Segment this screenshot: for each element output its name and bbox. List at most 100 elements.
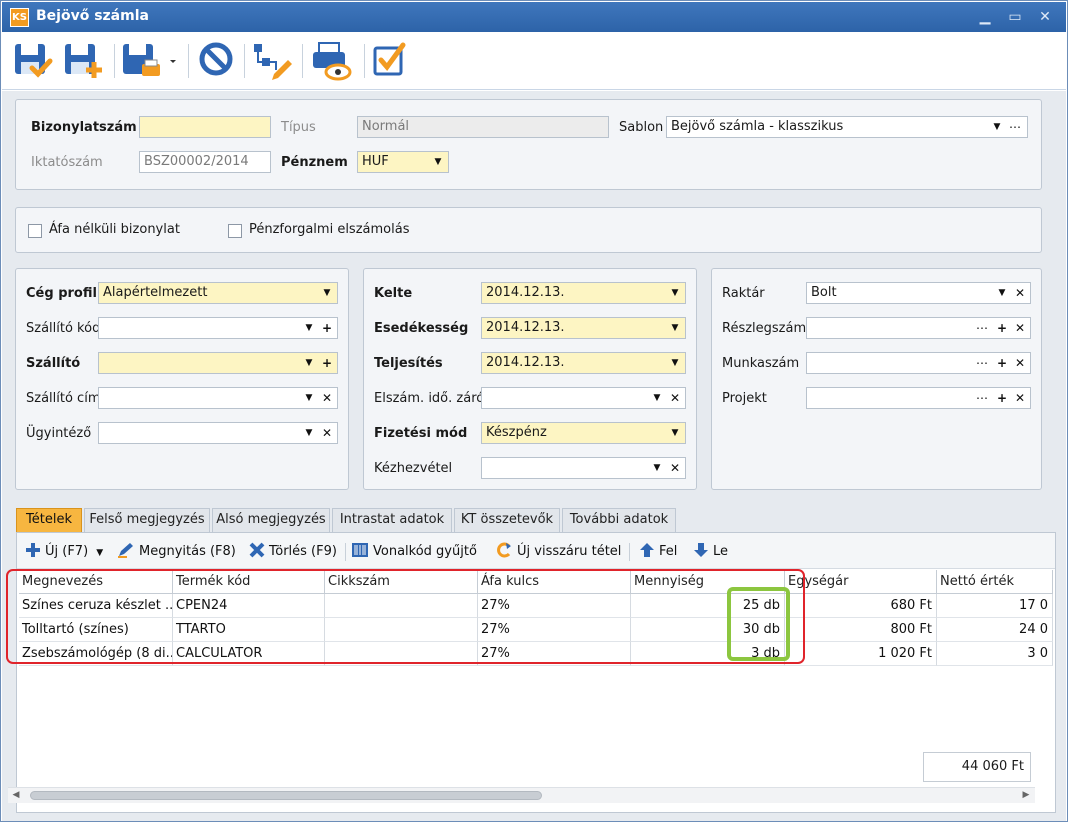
column-header-cikkszam[interactable]: Cikkszám bbox=[325, 570, 478, 594]
elszam-date-input[interactable]: ▼ ✕ bbox=[481, 387, 686, 409]
column-header-megnevezes[interactable]: Megnevezés bbox=[19, 570, 173, 594]
save-new-icon[interactable] bbox=[62, 40, 106, 82]
add-icon[interactable]: + bbox=[319, 354, 335, 372]
table-cell[interactable] bbox=[325, 618, 478, 642]
table-cell[interactable] bbox=[325, 594, 478, 618]
fizetesi-mod-select[interactable]: Készpénz ▼ bbox=[481, 422, 686, 444]
more-icon[interactable]: ⋯ bbox=[974, 354, 990, 372]
workflow-icon[interactable] bbox=[250, 40, 294, 82]
table-cell[interactable]: 25 db bbox=[631, 594, 785, 618]
chevron-down-icon[interactable]: ▼ bbox=[667, 284, 683, 302]
column-header-netto-ertek[interactable]: Nettó érték bbox=[937, 570, 1053, 594]
horizontal-scrollbar[interactable]: ◀ ▶ bbox=[8, 787, 1035, 803]
more-icon[interactable]: ⋯ bbox=[974, 319, 990, 337]
szallito-select[interactable]: ▼ + bbox=[98, 352, 338, 374]
table-cell[interactable]: 24 0 bbox=[937, 618, 1053, 642]
chevron-down-icon[interactable]: ▼ bbox=[667, 319, 683, 337]
save-print-icon[interactable] bbox=[120, 40, 176, 82]
cancel-icon[interactable] bbox=[196, 40, 240, 82]
minimize-icon[interactable]: ▁ bbox=[974, 7, 996, 27]
open-button[interactable]: Megnyitás (F8) bbox=[117, 542, 236, 562]
chevron-down-icon[interactable]: ▼ bbox=[649, 389, 665, 407]
table-cell[interactable]: 680 Ft bbox=[785, 594, 937, 618]
clear-icon[interactable]: ✕ bbox=[667, 389, 683, 407]
table-cell[interactable]: Zsebszámológép (8 di... bbox=[19, 642, 173, 666]
chevron-down-icon[interactable]: ▼ bbox=[989, 118, 1005, 136]
scroll-right-icon[interactable]: ▶ bbox=[1020, 789, 1032, 801]
save-check-icon[interactable] bbox=[12, 40, 56, 82]
table-cell[interactable]: 17 0 bbox=[937, 594, 1053, 618]
raktar-select[interactable]: Bolt ▼ ✕ bbox=[806, 282, 1031, 304]
column-header-mennyiseg[interactable]: Mennyiség bbox=[631, 570, 785, 594]
table-cell[interactable]: 30 db bbox=[631, 618, 785, 642]
chevron-down-icon[interactable]: ▼ bbox=[994, 284, 1010, 302]
add-icon[interactable]: + bbox=[319, 319, 335, 337]
add-icon[interactable]: + bbox=[994, 389, 1010, 407]
clear-icon[interactable]: ✕ bbox=[1012, 354, 1028, 372]
chevron-down-icon[interactable]: ▼ bbox=[667, 354, 683, 372]
esedekesseg-date-input[interactable]: 2014.12.13. ▼ bbox=[481, 317, 686, 339]
munkaszam-select[interactable]: ⋯ + ✕ bbox=[806, 352, 1031, 374]
ceg-profil-select[interactable]: Alapértelmezett ▼ bbox=[98, 282, 338, 304]
column-header-termek-kod[interactable]: Termék kód bbox=[173, 570, 325, 594]
more-icon[interactable]: ⋯ bbox=[1007, 118, 1023, 136]
teljesites-date-input[interactable]: 2014.12.13. ▼ bbox=[481, 352, 686, 374]
print-preview-icon[interactable] bbox=[310, 40, 354, 82]
table-cell[interactable]: CALCULATOR bbox=[173, 642, 325, 666]
ugyintezo-select[interactable]: ▼ ✕ bbox=[98, 422, 338, 444]
clear-icon[interactable]: ✕ bbox=[1012, 319, 1028, 337]
table-cell[interactable]: Tolltartó (színes) bbox=[19, 618, 173, 642]
clear-icon[interactable]: ✕ bbox=[667, 459, 683, 477]
new-item-button[interactable]: Új (F7) ▼ bbox=[25, 542, 103, 562]
chevron-down-icon[interactable]: ▼ bbox=[649, 459, 665, 477]
clear-icon[interactable]: ✕ bbox=[319, 389, 335, 407]
scrollbar-thumb[interactable] bbox=[30, 791, 542, 800]
table-cell[interactable]: TTARTO bbox=[173, 618, 325, 642]
maximize-icon[interactable]: ▭ bbox=[1004, 7, 1026, 27]
szallito-cim-select[interactable]: ▼ ✕ bbox=[98, 387, 338, 409]
table-cell[interactable] bbox=[325, 642, 478, 666]
chevron-down-icon[interactable]: ▼ bbox=[667, 424, 683, 442]
penznem-select[interactable]: HUF ▼ bbox=[357, 151, 449, 173]
add-icon[interactable]: + bbox=[994, 319, 1010, 337]
penzforgalmi-checkbox[interactable] bbox=[228, 224, 242, 238]
return-item-button[interactable]: Új visszáru tétel bbox=[495, 542, 621, 562]
chevron-down-icon[interactable]: ▼ bbox=[301, 354, 317, 372]
kezhezvetel-date-input[interactable]: ▼ ✕ bbox=[481, 457, 686, 479]
move-up-button[interactable]: Fel bbox=[639, 542, 677, 562]
tab-tetelek[interactable]: Tételek bbox=[16, 508, 82, 532]
szallito-kod-select[interactable]: ▼ + bbox=[98, 317, 338, 339]
table-cell[interactable]: 3 0 bbox=[937, 642, 1053, 666]
chevron-down-icon[interactable]: ▼ bbox=[301, 424, 317, 442]
kelte-date-input[interactable]: 2014.12.13. ▼ bbox=[481, 282, 686, 304]
chevron-down-icon[interactable]: ▼ bbox=[319, 284, 335, 302]
clear-icon[interactable]: ✕ bbox=[1012, 284, 1028, 302]
chevron-down-icon[interactable]: ▼ bbox=[96, 548, 103, 558]
table-cell[interactable]: 27% bbox=[478, 594, 631, 618]
bizonylatszam-input[interactable] bbox=[139, 116, 271, 138]
tab-tovabbi-adatok[interactable]: További adatok bbox=[562, 508, 676, 532]
delete-button[interactable]: Törlés (F9) bbox=[249, 542, 337, 562]
move-down-button[interactable]: Le bbox=[693, 542, 728, 562]
projekt-select[interactable]: ⋯ + ✕ bbox=[806, 387, 1031, 409]
clear-icon[interactable]: ✕ bbox=[319, 424, 335, 442]
chevron-down-icon[interactable]: ▼ bbox=[430, 153, 446, 171]
table-cell[interactable]: 3 db bbox=[631, 642, 785, 666]
table-cell[interactable]: 27% bbox=[478, 642, 631, 666]
more-icon[interactable]: ⋯ bbox=[974, 389, 990, 407]
tab-kt-osszetevok[interactable]: KT összetevők bbox=[454, 508, 560, 532]
tab-also-megjegyzes[interactable]: Alsó megjegyzés bbox=[212, 508, 330, 532]
clear-icon[interactable]: ✕ bbox=[1012, 389, 1028, 407]
scroll-left-icon[interactable]: ◀ bbox=[10, 789, 22, 801]
table-cell[interactable]: 1 020 Ft bbox=[785, 642, 937, 666]
chevron-down-icon[interactable]: ▼ bbox=[301, 389, 317, 407]
tab-felso-megjegyzes[interactable]: Felső megjegyzés bbox=[84, 508, 210, 532]
close-icon[interactable]: ✕ bbox=[1034, 7, 1056, 27]
add-icon[interactable]: + bbox=[994, 354, 1010, 372]
afa-nelkuli-checkbox[interactable] bbox=[28, 224, 42, 238]
barcode-button[interactable]: Vonalkód gyűjtő bbox=[351, 542, 477, 562]
table-cell[interactable]: CPEN24 bbox=[173, 594, 325, 618]
table-cell[interactable]: 800 Ft bbox=[785, 618, 937, 642]
reszlegszam-select[interactable]: ⋯ + ✕ bbox=[806, 317, 1031, 339]
column-header-egysegar[interactable]: Egységár bbox=[785, 570, 937, 594]
